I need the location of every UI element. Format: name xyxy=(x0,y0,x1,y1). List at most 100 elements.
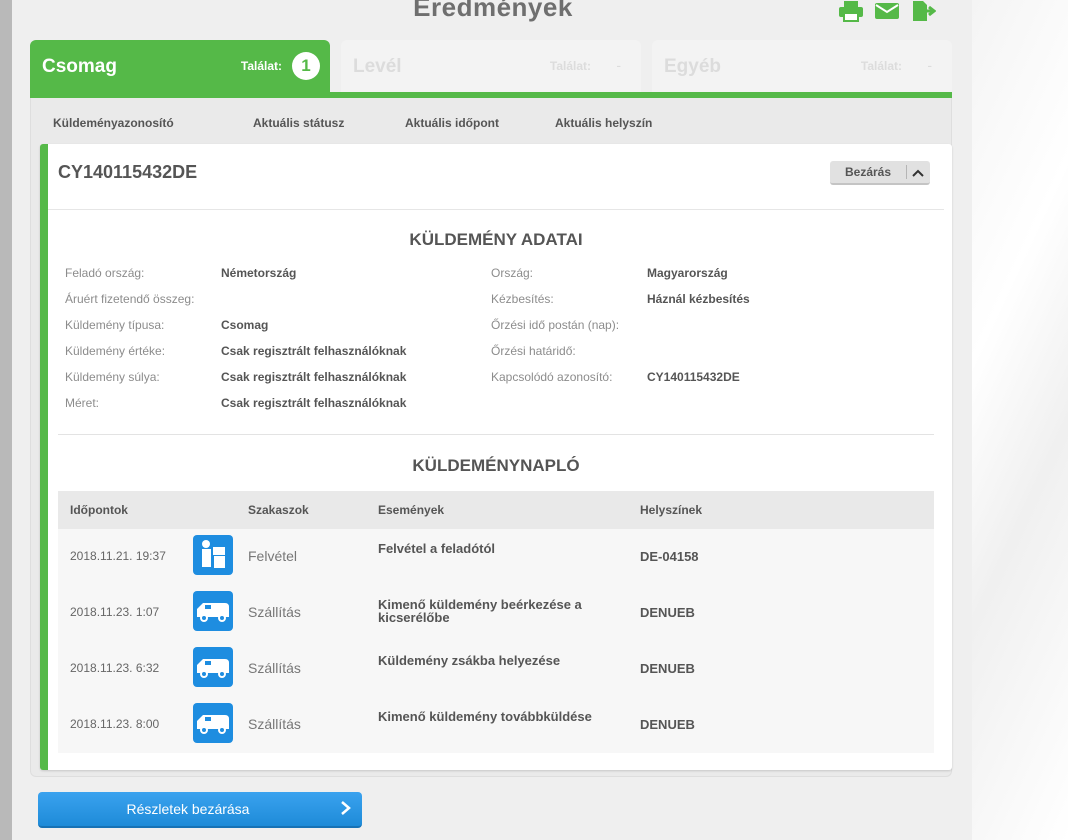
detail-row: Méret: xyxy=(65,396,99,410)
export-icon[interactable] xyxy=(910,0,937,22)
print-icon[interactable] xyxy=(838,0,864,22)
log-row: 2018.11.21. 19:37 Felvétel Felvétel a fe… xyxy=(58,529,934,585)
detail-label: Áruért fizetendő összeg: xyxy=(65,292,195,306)
divider xyxy=(58,434,934,435)
detail-value-text: Magyarország xyxy=(647,266,728,280)
detail-row: Küldemény súlya: xyxy=(65,370,160,384)
tab-count: - xyxy=(927,57,932,73)
tab-hits-label: Találat: xyxy=(860,59,902,73)
log-location: DE-04158 xyxy=(640,549,699,564)
detail-label: Küldemény típusa: xyxy=(65,318,165,332)
detail-value-text: Csak regisztrált felhasználóknak xyxy=(221,396,407,410)
detail-row: Áruért fizetendő összeg: xyxy=(65,292,194,306)
shipment-id: CY140115432DE xyxy=(58,162,198,182)
log-location: DENUEB xyxy=(640,661,695,676)
detail-row: Feladó ország: xyxy=(65,266,144,280)
details-title: KÜLDEMÉNY ADATAI xyxy=(409,230,583,249)
detail-value-text: Csak regisztrált felhasználóknak xyxy=(221,344,407,358)
column-header-time[interactable]: Aktuális időpont xyxy=(405,116,499,130)
log-time: 2018.11.23. 8:00 xyxy=(70,717,160,731)
tab-hits-label: Találat: xyxy=(240,59,282,73)
detail-value-text: Háznál kézbesítés xyxy=(647,292,750,306)
log-stage: Szállítás xyxy=(248,716,301,732)
tab-count: - xyxy=(616,57,621,73)
tab-level[interactable]: Levél Találat: - xyxy=(341,40,641,92)
chevron-up-icon xyxy=(907,165,929,180)
detail-value: Csomag xyxy=(221,318,268,332)
close-card-button[interactable]: Bezárás xyxy=(830,161,930,185)
log-row: 2018.11.23. 1:07 Szállítás Kimenő küldem… xyxy=(58,585,934,641)
van-icon xyxy=(193,703,233,743)
detail-value-text: Csomag xyxy=(221,318,269,332)
log-row: 2018.11.23. 8:00 Szállítás Kimenő küldem… xyxy=(58,697,934,753)
detail-row: Őrzési határidő: xyxy=(491,344,576,358)
log-event: Kimenő küldemény beérkezése a kicserélőb… xyxy=(378,597,582,625)
detail-value: Magyarország xyxy=(647,266,728,280)
close-card-label: Bezárás xyxy=(844,165,892,179)
page-title: Eredmények xyxy=(413,0,573,22)
log-event: Felvétel a feladótól xyxy=(378,541,496,556)
right-background xyxy=(972,0,1068,840)
log-header-row: Időpontok Szakaszok Események Helyszínek xyxy=(58,491,934,529)
column-header-location[interactable]: Aktuális helyszín xyxy=(555,116,652,130)
detail-value-text: CY140115432DE xyxy=(647,370,740,384)
log-event: Küldemény zsákba helyezése xyxy=(378,653,561,668)
log-time: 2018.11.23. 6:32 xyxy=(70,661,160,675)
toolbar xyxy=(838,0,937,22)
detail-row: Kapcsolódó azonosító: xyxy=(491,370,612,384)
log-row: 2018.11.23. 6:32 Szállítás Küldemény zsá… xyxy=(58,641,934,697)
log-header: Helyszínek xyxy=(640,503,703,517)
log-stage: Szállítás xyxy=(248,604,301,620)
column-header-status[interactable]: Aktuális státusz xyxy=(253,116,344,130)
detail-label: Kézbesítés: xyxy=(491,292,554,306)
detail-label: Ország: xyxy=(491,266,534,280)
log-title: KÜLDEMÉNYNAPLÓ xyxy=(412,456,580,475)
detail-value: CY140115432DE xyxy=(647,370,740,384)
detail-label: Küldemény súlya: xyxy=(65,370,160,384)
detail-value: Csak regisztrált felhasználóknak xyxy=(221,396,406,410)
log-event: Kimenő küldemény továbbküldése xyxy=(378,709,592,724)
detail-label: Őrzési határidő: xyxy=(491,344,576,358)
detail-row: Küldemény típusa: xyxy=(65,318,164,332)
left-edge xyxy=(0,0,12,840)
detail-label: Kapcsolódó azonosító: xyxy=(491,370,613,384)
tab-label: Csomag xyxy=(42,56,117,77)
log-stage: Felvétel xyxy=(248,548,298,564)
tab-label: Levél xyxy=(353,56,402,77)
detail-value: Csak regisztrált felhasználóknak xyxy=(221,344,406,358)
detail-value-text: Németország xyxy=(221,266,297,280)
tab-csomag[interactable]: Csomag Találat: 1 xyxy=(30,40,330,92)
detail-value: Háznál kézbesítés xyxy=(647,292,750,306)
tab-count-badge: 1 xyxy=(292,52,320,80)
log-location: DENUEB xyxy=(640,717,695,732)
detail-label: Küldemény értéke: xyxy=(65,344,166,358)
shipment-log-table: Időpontok Szakaszok Események Helyszínek… xyxy=(58,491,934,753)
tab-hits-label: Találat: xyxy=(549,59,591,73)
tab-label: Egyéb xyxy=(664,56,722,77)
shipment-card: CY140115432DE Bezárás KÜLDEMÉNY ADATAI F… xyxy=(40,144,952,770)
log-location: DENUEB xyxy=(640,605,695,620)
tab-egyeb[interactable]: Egyéb Találat: - xyxy=(652,40,952,92)
detail-value-text: Csak regisztrált felhasználóknak xyxy=(221,370,407,384)
detail-row: Őrzési idő postán (nap): xyxy=(491,318,619,332)
detail-value: Németország xyxy=(221,266,296,280)
van-icon xyxy=(193,647,233,687)
divider xyxy=(48,209,944,210)
detail-label: Méret: xyxy=(65,396,100,410)
pickup-icon xyxy=(193,535,233,575)
log-time: 2018.11.21. 19:37 xyxy=(70,549,166,563)
log-header: Időpontok xyxy=(70,503,128,517)
detail-label: Feladó ország: xyxy=(65,266,145,280)
log-header: Szakaszok xyxy=(248,503,309,517)
log-time: 2018.11.23. 1:07 xyxy=(70,605,160,619)
detail-row: Kézbesítés: xyxy=(491,292,554,306)
detail-row: Ország: xyxy=(491,266,533,280)
column-header-id[interactable]: Küldeményazonosító xyxy=(53,116,174,130)
close-details-label: Részletek bezárása xyxy=(126,801,250,817)
chevron-right-icon xyxy=(340,796,352,826)
detail-label: Őrzési idő postán (nap): xyxy=(491,318,620,332)
van-icon xyxy=(193,591,233,631)
log-header: Események xyxy=(378,503,445,517)
mail-icon[interactable] xyxy=(874,0,900,22)
close-details-button[interactable]: Részletek bezárása xyxy=(38,792,362,828)
